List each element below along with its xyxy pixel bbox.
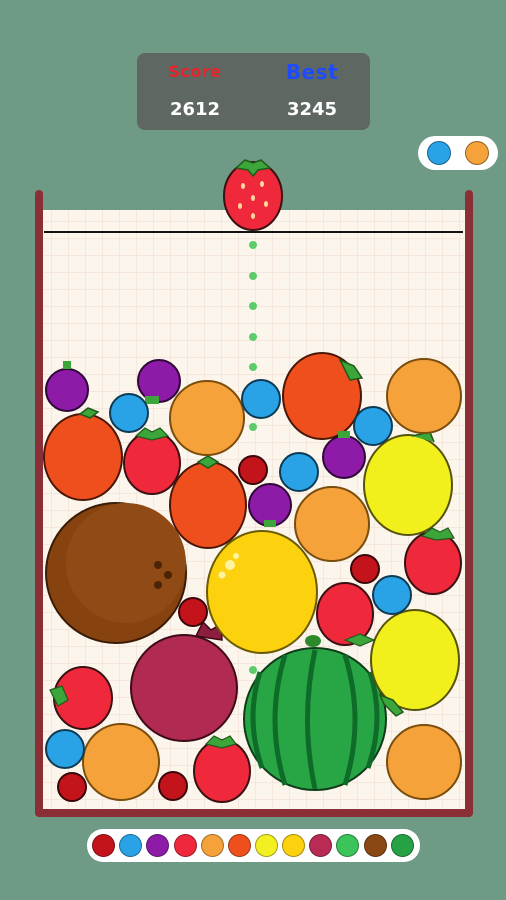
lemon-large — [206, 530, 318, 654]
grape-stem — [338, 431, 350, 438]
grape — [248, 483, 292, 527]
orange-icon — [201, 834, 224, 857]
blueberry — [45, 729, 85, 769]
coconut — [45, 502, 187, 644]
blueberry-icon — [119, 834, 142, 857]
cherry — [350, 554, 380, 584]
melon-icon — [336, 834, 359, 857]
cherry — [57, 772, 87, 802]
grape — [322, 435, 366, 479]
orange — [82, 723, 160, 801]
blueberry — [279, 452, 319, 492]
grape — [137, 359, 181, 403]
cherry — [158, 771, 188, 801]
lemon-icon — [255, 834, 278, 857]
orange — [386, 724, 462, 800]
strawberry — [316, 582, 376, 647]
pomegranate-icon — [309, 834, 332, 857]
orange — [386, 358, 462, 434]
fruit-evolution-legend — [87, 829, 420, 862]
strawberry-icon — [174, 834, 197, 857]
blueberry — [372, 575, 412, 615]
watermelon-icon — [391, 834, 414, 857]
orange — [294, 486, 370, 562]
grape — [45, 368, 89, 412]
cherry — [178, 597, 208, 627]
persimmon-icon — [228, 834, 251, 857]
grape-icon — [146, 834, 169, 857]
orange — [169, 380, 245, 456]
blueberry — [353, 406, 393, 446]
pineapple-icon — [282, 834, 305, 857]
blueberry — [241, 379, 281, 419]
grape-stem — [63, 361, 71, 369]
grape-stem — [145, 396, 159, 404]
cherry-icon — [92, 834, 115, 857]
held-strawberry — [223, 159, 283, 231]
grape-stem — [264, 520, 276, 527]
coconut-icon — [364, 834, 387, 857]
cherry — [238, 455, 268, 485]
blueberry — [109, 393, 149, 433]
game-board[interactable] — [0, 0, 506, 900]
persimmon — [282, 352, 364, 440]
